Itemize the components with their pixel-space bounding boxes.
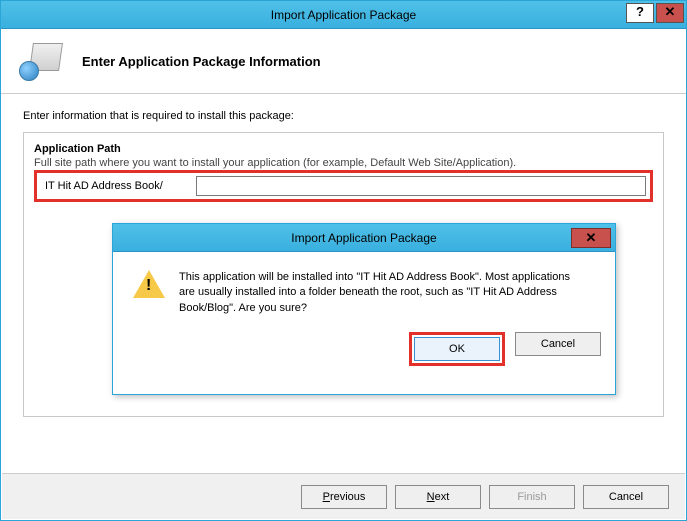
warning-icon: !	[133, 270, 165, 298]
instruction-text: Enter information that is required to in…	[23, 110, 664, 122]
group-title: Application Path	[34, 143, 653, 155]
confirmation-message: This application will be installed into …	[179, 270, 579, 316]
page-title: Enter Application Package Information	[82, 54, 321, 69]
window-controls: ? ✕	[624, 3, 684, 23]
next-button[interactable]: Next	[395, 485, 481, 509]
confirmation-button-row: OK Cancel	[113, 324, 615, 378]
application-path-row: IT Hit AD Address Book/	[34, 170, 653, 202]
finish-button: Finish	[489, 485, 575, 509]
confirmation-title: Import Application Package	[291, 231, 436, 245]
confirmation-titlebar: Import Application Package ✕	[113, 224, 615, 252]
confirmation-dialog: Import Application Package ✕ ! This appl…	[112, 223, 616, 395]
ok-button[interactable]: OK	[414, 337, 500, 361]
close-button[interactable]: ✕	[656, 3, 684, 23]
application-path-input[interactable]	[196, 176, 646, 196]
confirmation-close-button[interactable]: ✕	[571, 228, 611, 248]
titlebar: Import Application Package ? ✕	[1, 1, 686, 29]
wizard-button-bar: Previous Next Finish Cancel	[2, 473, 685, 519]
package-icon	[19, 41, 64, 81]
group-description: Full site path where you want to install…	[34, 157, 653, 169]
window-title: Import Application Package	[271, 8, 416, 22]
help-button[interactable]: ?	[626, 3, 654, 23]
header-band: Enter Application Package Information	[1, 29, 686, 94]
cancel-button[interactable]: Cancel	[515, 332, 601, 356]
confirmation-body: ! This application will be installed int…	[113, 252, 615, 324]
path-prefix-label: IT Hit AD Address Book/	[41, 180, 196, 192]
wizard-body: Enter information that is required to in…	[1, 94, 686, 417]
previous-button[interactable]: Previous	[301, 485, 387, 509]
ok-highlight: OK	[409, 332, 505, 366]
application-path-group: Application Path Full site path where yo…	[23, 132, 664, 417]
main-window: Import Application Package ? ✕ Enter App…	[0, 0, 687, 521]
wizard-cancel-button[interactable]: Cancel	[583, 485, 669, 509]
